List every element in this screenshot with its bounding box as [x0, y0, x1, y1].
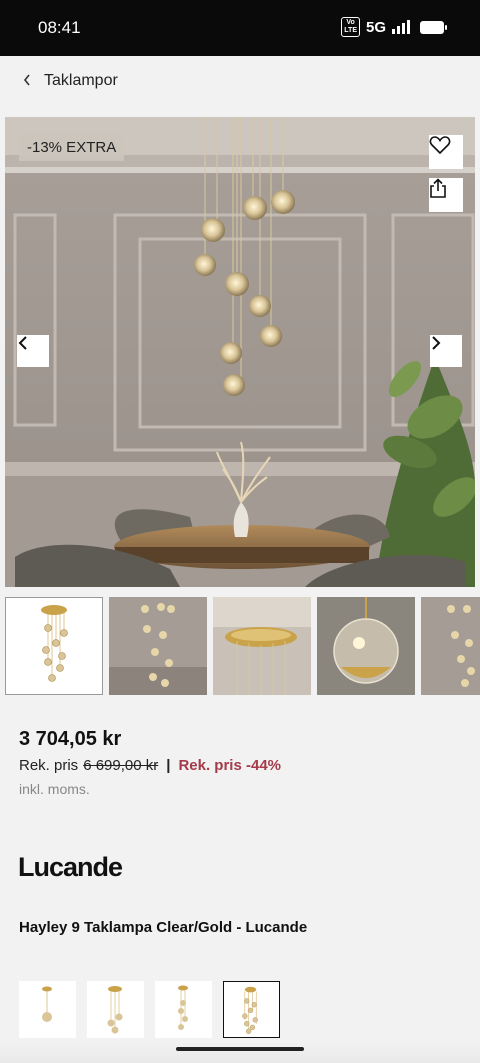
variant-selector — [19, 981, 280, 1039]
thumbnail-4[interactable] — [317, 597, 415, 695]
status-time: 08:41 — [38, 18, 81, 37]
variant-option-3[interactable] — [155, 981, 212, 1038]
brand-logo[interactable]: Lucande — [18, 852, 123, 883]
variant-option-4-selected[interactable] — [223, 981, 280, 1038]
rek-label: Rek. pris — [19, 757, 79, 774]
thumbnail-2[interactable] — [109, 597, 207, 695]
status-bar: 08:41 Vo LTE 5G — [0, 0, 480, 56]
previous-image-button[interactable] — [17, 335, 49, 367]
vat-note: inkl. moms. — [19, 781, 90, 797]
chevron-left-icon — [18, 336, 27, 350]
price-separator: | — [166, 757, 171, 774]
back-chevron-icon[interactable] — [18, 71, 36, 92]
variant-option-1[interactable] — [19, 981, 76, 1038]
favorite-button[interactable] — [429, 135, 463, 169]
current-price: 3 704,05 kr — [19, 728, 122, 750]
volte-icon: Vo LTE — [341, 17, 360, 37]
product-title: Hayley 9 Taklampa Clear/Gold - Lucande — [19, 919, 308, 936]
heart-icon — [429, 136, 451, 155]
breadcrumb-label[interactable]: Taklampor — [44, 72, 118, 90]
chevron-right-icon — [432, 336, 441, 350]
home-indicator[interactable] — [176, 1047, 304, 1051]
variant-option-2[interactable] — [87, 981, 144, 1038]
breadcrumb[interactable]: Taklampor — [0, 56, 480, 106]
old-price: 6 699,00 kr — [83, 757, 159, 774]
discount-label: Rek. pris -44% — [178, 757, 281, 774]
next-image-button[interactable] — [430, 335, 462, 367]
network-type: 5G — [365, 18, 386, 36]
share-button[interactable] — [429, 178, 463, 212]
thumbnail-3[interactable] — [213, 597, 311, 695]
hero-photo — [5, 117, 475, 587]
image-thumbnails — [5, 597, 480, 695]
thumbnail-1[interactable] — [5, 597, 103, 695]
battery-icon — [420, 20, 447, 34]
thumbnail-5[interactable] — [421, 597, 480, 695]
status-indicators: Vo LTE 5G — [341, 17, 447, 37]
discount-badge: -13% EXTRA — [19, 134, 125, 161]
product-main-image[interactable]: -13% EXTRA — [5, 117, 475, 587]
share-icon — [430, 178, 446, 198]
recommended-price-row: Rek. pris 6 699,00 kr | Rek. pris -44% — [19, 757, 281, 774]
bottom-bar — [0, 1040, 480, 1063]
signal-icon — [392, 20, 410, 34]
